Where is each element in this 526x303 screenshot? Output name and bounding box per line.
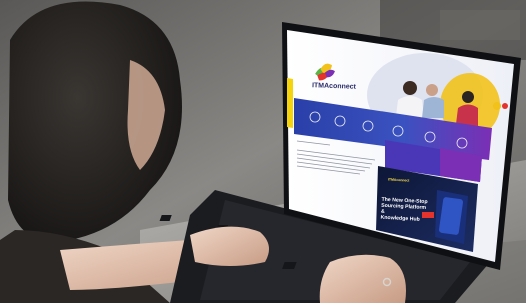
scene-illustration: [0, 0, 526, 303]
photo-scene: ITMAconnect ITMAconnect The New One-Stop…: [0, 0, 526, 303]
site-logo-text: ITMAconnect: [311, 82, 357, 91]
hand-icon: [319, 254, 406, 303]
promo-headline: The New One-Stop Sourcing Platform & Kno…: [380, 196, 428, 223]
